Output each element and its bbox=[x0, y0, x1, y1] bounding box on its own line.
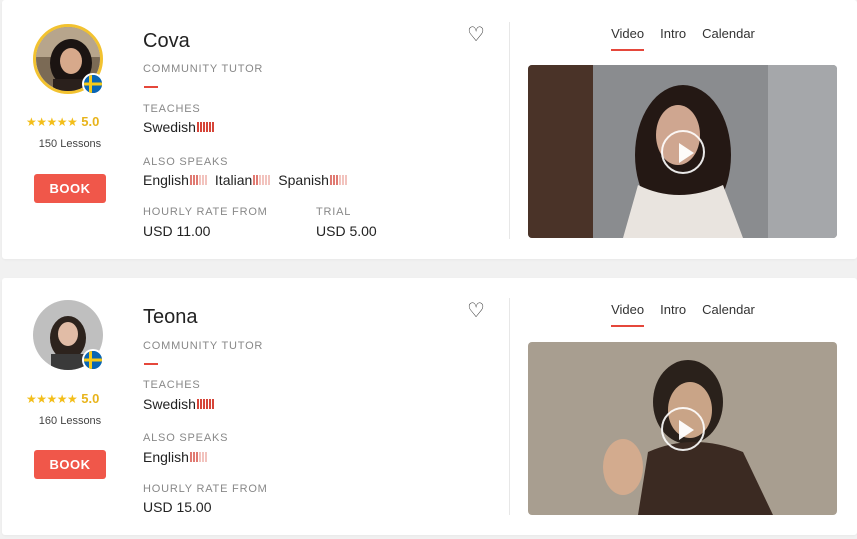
hourly-rate: USD 15.00 bbox=[143, 499, 212, 515]
speaks-label: ALSO SPEAKS bbox=[143, 156, 229, 168]
tutor-type: COMMUNITY TUTOR bbox=[143, 340, 264, 352]
book-button[interactable]: BOOK bbox=[34, 174, 106, 203]
tutor-name[interactable]: Cova bbox=[143, 30, 190, 53]
divider-dash bbox=[144, 86, 158, 88]
play-icon[interactable] bbox=[660, 129, 705, 174]
sweden-flag-icon bbox=[82, 349, 104, 371]
tab-intro[interactable]: Intro bbox=[660, 26, 686, 51]
rate-label: HOURLY RATE FROM bbox=[143, 483, 268, 495]
teaches-label: TEACHES bbox=[143, 103, 201, 115]
proficiency-native-icon bbox=[196, 399, 214, 409]
speaks-label: ALSO SPEAKS bbox=[143, 432, 229, 444]
stars-icon: ★★★★★ bbox=[26, 114, 78, 129]
tutor-card[interactable]: ★★★★★ 5.0 150 Lessons BOOK Cova COMMUNIT… bbox=[2, 0, 857, 259]
speaks-list: English bbox=[143, 449, 207, 465]
divider bbox=[509, 22, 510, 239]
teaches-value: Swedish bbox=[143, 119, 214, 135]
video-thumbnail[interactable] bbox=[528, 65, 837, 238]
language-name: Spanish bbox=[278, 172, 329, 188]
tab-video[interactable]: Video bbox=[611, 302, 645, 327]
proficiency-icon bbox=[329, 175, 347, 185]
trial-label: TRIAL bbox=[316, 206, 352, 218]
teaches-label: TEACHES bbox=[143, 379, 201, 391]
tab-video[interactable]: Video bbox=[611, 26, 645, 51]
stars-icon: ★★★★★ bbox=[26, 391, 78, 406]
divider-dash bbox=[144, 363, 158, 365]
lesson-count: 160 Lessons bbox=[38, 415, 102, 427]
sweden-flag-icon bbox=[82, 73, 104, 95]
tutor-name[interactable]: Teona bbox=[143, 306, 198, 329]
rating-value: 5.0 bbox=[81, 391, 100, 406]
tab-calendar[interactable]: Calendar bbox=[702, 302, 755, 327]
play-icon[interactable] bbox=[660, 406, 705, 451]
language-name: Swedish bbox=[143, 396, 196, 412]
proficiency-icon bbox=[253, 175, 271, 185]
proficiency-icon bbox=[189, 175, 207, 185]
tutor-type: COMMUNITY TUTOR bbox=[143, 63, 264, 75]
media-tabs: Video Intro Calendar bbox=[528, 302, 838, 327]
rating: ★★★★★ 5.0 bbox=[26, 391, 126, 406]
language-name: English bbox=[143, 449, 189, 465]
tab-calendar[interactable]: Calendar bbox=[702, 26, 755, 51]
avatar[interactable] bbox=[33, 300, 104, 371]
trial-rate: USD 5.00 bbox=[316, 223, 377, 239]
tab-intro[interactable]: Intro bbox=[660, 302, 686, 327]
rate-label: HOURLY RATE FROM bbox=[143, 206, 268, 218]
video-thumbnail[interactable] bbox=[528, 342, 837, 515]
language-name: English bbox=[143, 172, 189, 188]
hourly-rate: USD 11.00 bbox=[143, 223, 211, 239]
book-button[interactable]: BOOK bbox=[34, 450, 106, 479]
proficiency-icon bbox=[189, 452, 207, 462]
proficiency-native-icon bbox=[196, 122, 214, 132]
language-name: Italian bbox=[214, 172, 253, 188]
media-tabs: Video Intro Calendar bbox=[528, 26, 838, 51]
language-name: Swedish bbox=[143, 119, 196, 135]
rating: ★★★★★ 5.0 bbox=[26, 114, 126, 129]
divider bbox=[509, 298, 510, 515]
heart-icon[interactable]: ♡ bbox=[467, 22, 485, 47]
avatar[interactable] bbox=[33, 24, 104, 95]
teaches-value: Swedish bbox=[143, 396, 214, 412]
speaks-list: English Italian Spanish bbox=[143, 172, 347, 188]
rating-value: 5.0 bbox=[81, 114, 100, 129]
heart-icon[interactable]: ♡ bbox=[467, 298, 485, 323]
lesson-count: 150 Lessons bbox=[38, 138, 102, 150]
tutor-card[interactable]: ★★★★★ 5.0 160 Lessons BOOK Teona COMMUNI… bbox=[2, 278, 857, 535]
